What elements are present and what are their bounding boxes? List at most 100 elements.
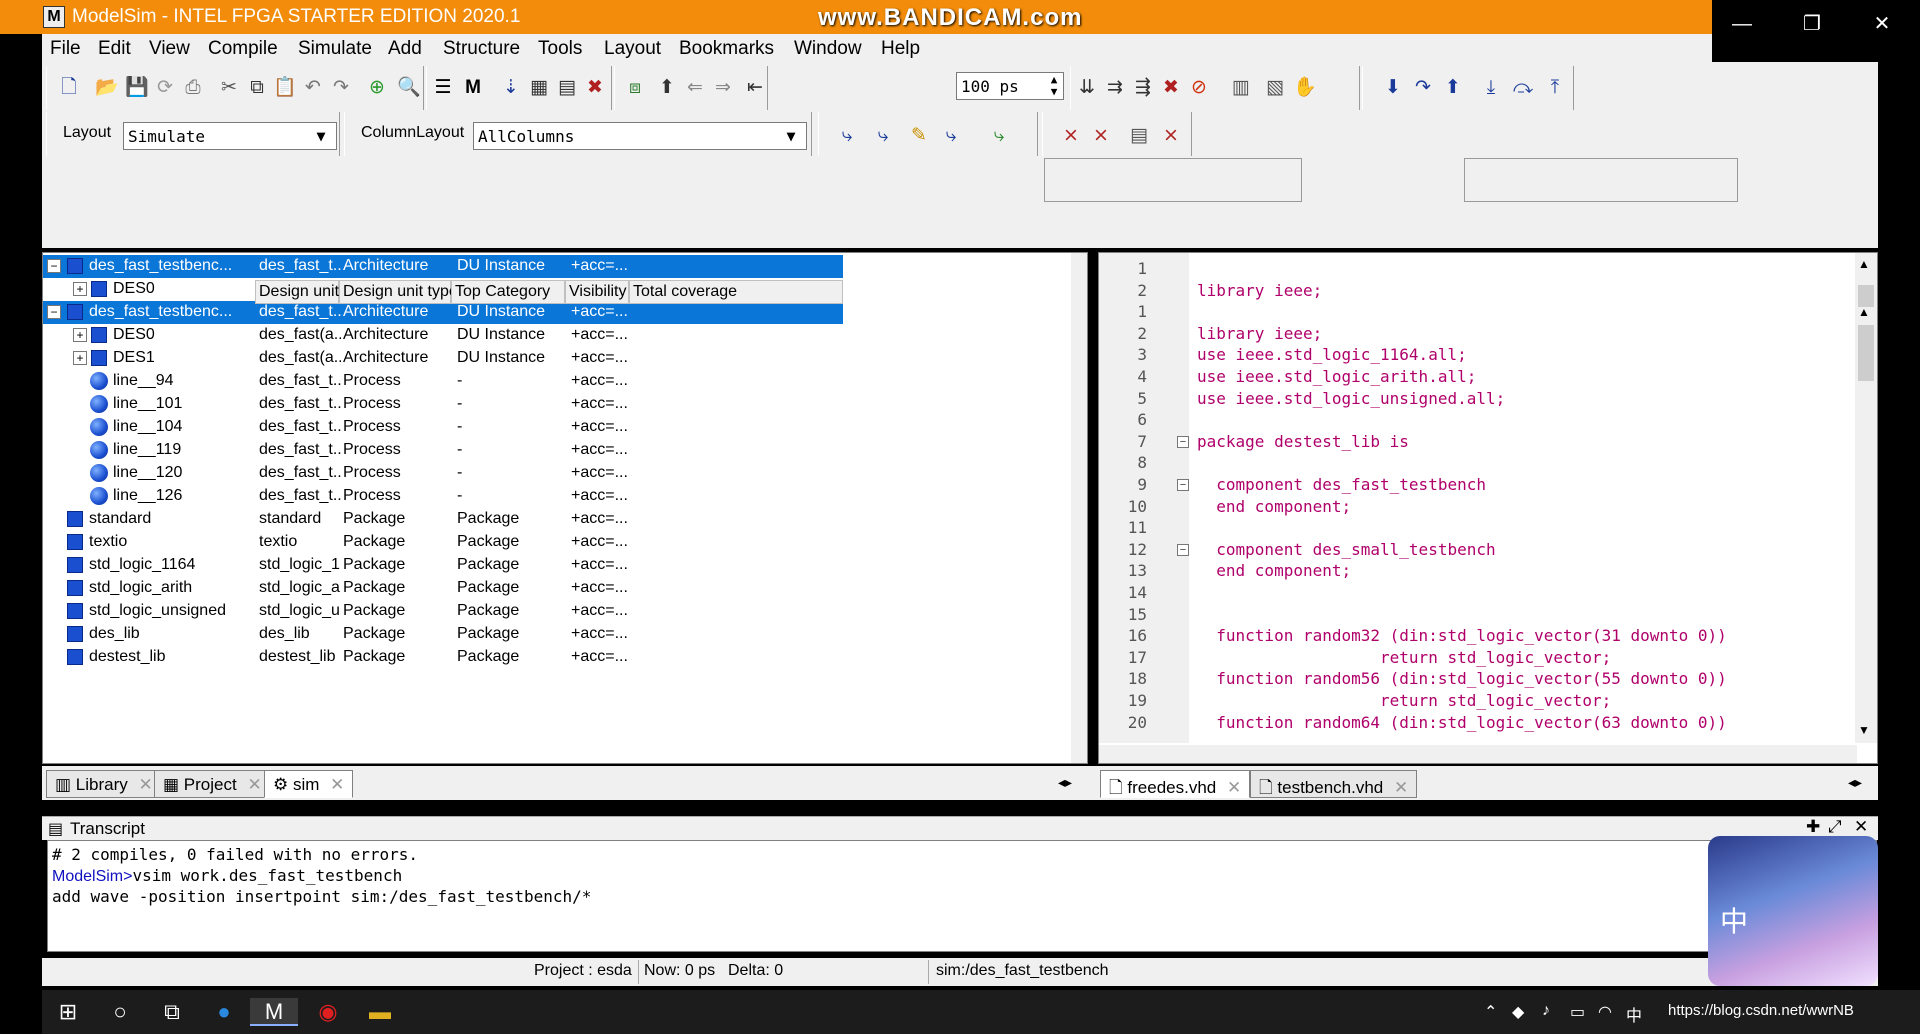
code-line[interactable]: use ieee.std_logic_unsigned.all; <box>1197 389 1505 408</box>
add-dataflow-icon[interactable]: ⤷ <box>939 124 963 148</box>
break-icon[interactable]: ✖ <box>583 76 607 100</box>
spin-arrows-icon[interactable]: ▲ ▼ <box>1047 74 1061 98</box>
stop-icon[interactable]: ✖ <box>1159 76 1183 100</box>
env-icon[interactable]: ⧈ <box>623 76 647 100</box>
step-up-icon[interactable]: ⤒ <box>1543 76 1567 100</box>
menu-simulate[interactable]: Simulate <box>298 38 372 60</box>
menu-help[interactable]: Help <box>881 38 920 60</box>
tab-library[interactable]: ▥ Library ✕ <box>46 770 162 798</box>
sim-tree-row[interactable]: line__119 des_fast_t... Process - +acc=... <box>43 439 843 462</box>
ime-indicator[interactable]: 中 <box>1626 1002 1642 1026</box>
reload-icon[interactable]: ⟳ <box>153 76 177 100</box>
modelsim-icon[interactable]: M <box>461 76 485 100</box>
search-icon[interactable]: ○ <box>106 998 134 1026</box>
scroll-down-icon[interactable]: ▼ <box>1858 723 1870 737</box>
performance-icon[interactable]: ▥ <box>1229 76 1253 100</box>
report-icon[interactable]: ▤ <box>1127 124 1151 148</box>
step-into-icon[interactable]: ⬇ <box>1381 76 1405 100</box>
sim-tree-row[interactable]: line__94 des_fast_t... Process - +acc=... <box>43 370 843 393</box>
battery-icon[interactable]: ▭ <box>1570 1002 1585 1022</box>
scroll-up-2-icon[interactable]: ▲ <box>1858 305 1870 319</box>
ime-indicator[interactable]: 中 <box>1720 900 1748 940</box>
fold-toggle-icon[interactable]: − <box>1177 479 1189 491</box>
column-header[interactable]: Total coverage <box>629 280 843 304</box>
tab-testbench[interactable]: 🗋 testbench.vhd ✕ <box>1250 770 1418 798</box>
clear-coverage-2-icon[interactable]: ⨯ <box>1089 124 1113 148</box>
run-icon[interactable]: ⇊ <box>1075 76 1099 100</box>
scroll-thumb-2[interactable] <box>1858 325 1874 381</box>
source-horizontal-scrollbar[interactable] <box>1099 745 1857 763</box>
fold-toggle-icon[interactable]: − <box>1177 543 1189 556</box>
column-header[interactable]: Design unit type <box>339 280 458 304</box>
save-icon[interactable]: 💾 <box>125 76 149 100</box>
menu-bookmarks[interactable]: Bookmarks <box>679 38 774 60</box>
up-arrow-icon[interactable]: ⬆ <box>655 76 679 100</box>
tray-expand-icon[interactable]: ⌃ <box>1484 1002 1497 1022</box>
column-layout-select[interactable]: AllColumns ▼ <box>473 122 807 150</box>
sim-tree-row[interactable]: + DES1 des_fast(a... Architecture DU Instanc… <box>43 347 843 370</box>
add-watch-icon[interactable]: ⤷ <box>987 124 1011 148</box>
add-log-icon[interactable]: ✎ <box>907 124 931 148</box>
open-folder-icon[interactable]: 📂 <box>95 76 119 100</box>
add-item-icon[interactable]: ⊕ <box>365 76 389 100</box>
sim-tree-row[interactable]: standard standard Package Package +acc=... <box>43 508 843 531</box>
sim-scrollbar[interactable] <box>1071 253 1087 763</box>
collapse-icon[interactable]: − <box>47 259 61 273</box>
code-line[interactable]: function random32 (din:std_logic_vector(… <box>1197 626 1727 645</box>
add-wave-icon[interactable]: ⤷ <box>835 124 859 148</box>
fold-toggle-icon[interactable]: − <box>1177 435 1189 448</box>
column-header[interactable]: Top Category <box>451 280 565 304</box>
close-icon[interactable]: ✕ <box>247 775 261 794</box>
step-down-icon[interactable]: ⤓ <box>1479 76 1503 100</box>
sim-tree-row[interactable]: line__120 des_fast_t... Process - +acc=... <box>43 462 843 485</box>
menu-tools[interactable]: Tools <box>538 38 582 60</box>
app-pinned-icon[interactable]: ● <box>210 998 238 1026</box>
sim-tree-row[interactable]: textio textio Package Package +acc=... <box>43 531 843 554</box>
close-icon[interactable]: ✕ <box>1394 778 1408 797</box>
menu-compile[interactable]: Compile <box>208 38 278 60</box>
minimize-icon[interactable]: — <box>1712 8 1772 40</box>
restore-icon[interactable]: ❐ <box>1782 8 1842 40</box>
sim-tree-row[interactable]: std_logic_arithstd_logic_a...PackagePack… <box>43 577 843 600</box>
memory-icon[interactable]: ▧ <box>1263 76 1287 100</box>
code-line[interactable]: return std_logic_vector; <box>1197 648 1611 667</box>
scroll-thumb[interactable] <box>1858 285 1874 307</box>
expand-icon[interactable]: + <box>73 328 87 342</box>
run-length-input[interactable]: 100 ps ▲ ▼ <box>956 72 1064 100</box>
sim-tree-row[interactable]: − des_fast_testbenc... des_fast_t... Archit… <box>43 301 843 324</box>
column-header[interactable]: Visibility <box>565 280 629 304</box>
close-icon[interactable]: ✕ <box>1852 8 1912 40</box>
restart-icon[interactable]: ⇤ <box>743 76 767 100</box>
sim-tree-row[interactable]: std_logic_unsignedstd_logic_u...PackageP… <box>43 600 843 623</box>
add-list-icon[interactable]: ⤷ <box>871 124 895 148</box>
code-line[interactable]: package destest_lib is <box>1197 432 1409 451</box>
step-over-2-icon[interactable]: ⤼ <box>1511 76 1535 100</box>
code-line[interactable]: library ieee; <box>1197 281 1322 300</box>
find-icon[interactable]: 🔍 <box>397 76 421 100</box>
run-all-icon[interactable]: ⇶ <box>1131 76 1155 100</box>
back-arrow-icon[interactable]: ⇐ <box>683 76 707 100</box>
column-header[interactable]: Design unit <box>255 280 339 304</box>
code-line[interactable]: use ieee.std_logic_1164.all; <box>1197 345 1467 364</box>
menu-layout[interactable]: Layout <box>604 38 661 60</box>
sim-tree-row[interactable]: std_logic_1164std_logic_1...PackagePacka… <box>43 554 843 577</box>
expand-icon[interactable]: + <box>73 351 87 365</box>
close-icon[interactable]: ✕ <box>1227 778 1241 797</box>
exclude-icon[interactable]: ⨯ <box>1159 124 1183 148</box>
continue-run-icon[interactable]: ⇉ <box>1103 76 1127 100</box>
hierarchy-icon[interactable]: ☰ <box>431 76 455 100</box>
redo-icon[interactable]: ↷ <box>329 76 353 100</box>
code-line[interactable]: function random64 (din:std_logic_vector(… <box>1197 713 1727 732</box>
new-file-icon[interactable]: 🗋 <box>57 76 81 100</box>
scroll-up-icon[interactable]: ▲ <box>1858 257 1870 271</box>
code-line[interactable]: component des_fast_testbench <box>1197 475 1486 494</box>
file-explorer-icon[interactable]: ▬ <box>366 998 394 1026</box>
print-icon[interactable]: ⎙ <box>181 76 205 100</box>
step-out-icon[interactable]: ⬆ <box>1441 76 1465 100</box>
sim-tree-row[interactable]: + DES0 des_fast(a... Architecture DU Instanc… <box>43 324 843 347</box>
break-sim-icon[interactable]: ⊘ <box>1187 76 1211 100</box>
undock-icon[interactable]: ✚ <box>1806 817 1820 837</box>
modelsim-taskbar-icon[interactable]: M <box>250 998 298 1026</box>
code-line[interactable]: end component; <box>1197 561 1351 580</box>
wifi-icon[interactable]: ◠ <box>1598 1002 1612 1022</box>
